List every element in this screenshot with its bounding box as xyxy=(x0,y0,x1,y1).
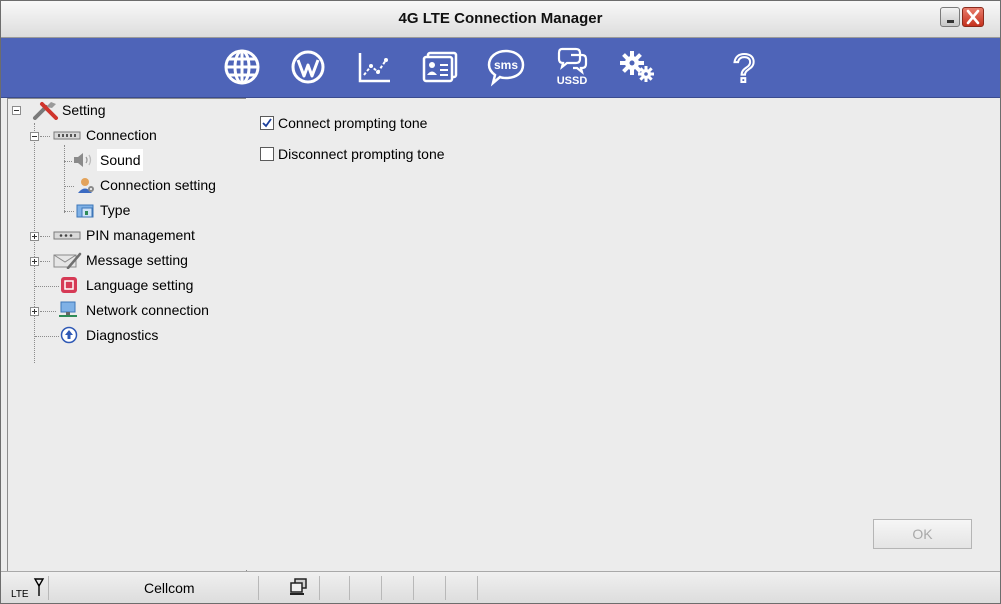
ussd-label: USSD xyxy=(557,75,588,87)
tree-node-label: Setting xyxy=(62,102,106,118)
tree-node-label: Language setting xyxy=(86,277,194,293)
tree-node-language-setting[interactable]: Language setting xyxy=(8,274,244,296)
checkmark-icon xyxy=(262,118,272,128)
network-computer-icon xyxy=(59,301,77,317)
user-settings-icon xyxy=(78,178,94,193)
settings-content-panel xyxy=(246,98,1000,570)
expand-icon[interactable] xyxy=(30,257,39,266)
status-bar: LTE Cellcom xyxy=(1,571,1000,603)
help-button[interactable]: ? xyxy=(721,45,767,89)
tree-node-label: PIN management xyxy=(86,227,195,243)
collapse-icon[interactable] xyxy=(30,132,39,141)
tree-node-label: Message setting xyxy=(86,252,188,268)
tree-node-label: Connection setting xyxy=(100,177,216,193)
disconnect-tone-checkbox[interactable] xyxy=(260,147,274,161)
tree-connector xyxy=(40,311,56,312)
tree-node-diagnostics[interactable]: Diagnostics xyxy=(8,324,244,346)
connection-port-icon xyxy=(53,131,81,140)
app-window: 4G LTE Connection Manager sms USSD ? Set… xyxy=(0,0,1001,604)
tree-node-sound[interactable]: Sound xyxy=(8,149,244,171)
tree-node-pin-management[interactable]: PIN management xyxy=(8,224,244,246)
contacts-button[interactable] xyxy=(417,45,463,89)
status-divider xyxy=(258,576,259,600)
tree-connector xyxy=(35,336,59,337)
contacts-card-icon xyxy=(422,51,458,83)
tree-node-network-connection[interactable]: Network connection xyxy=(8,299,244,321)
operator-name: Cellcom xyxy=(144,580,195,596)
help-icon: ? xyxy=(732,46,756,89)
status-divider xyxy=(381,576,382,600)
main-toolbar: sms USSD ? xyxy=(1,38,1000,98)
status-divider xyxy=(413,576,414,600)
wordpress-icon xyxy=(291,50,325,84)
message-tools-icon xyxy=(53,252,82,269)
window-title: 4G LTE Connection Manager xyxy=(398,10,603,27)
language-icon xyxy=(61,277,77,293)
tree-node-connection-setting[interactable]: Connection setting xyxy=(8,174,244,196)
connect-tone-label[interactable]: Connect prompting tone xyxy=(278,114,427,132)
disconnect-tone-label[interactable]: Disconnect prompting tone xyxy=(278,145,445,163)
pin-card-icon xyxy=(53,231,81,240)
status-divider xyxy=(349,576,350,600)
settings-gears-icon xyxy=(620,51,654,82)
sms-button[interactable]: sms xyxy=(483,45,529,89)
status-divider xyxy=(48,576,49,600)
diagnostics-icon xyxy=(60,326,78,344)
tree-node-type[interactable]: Type xyxy=(8,199,244,221)
close-icon xyxy=(966,9,980,25)
internet-button[interactable] xyxy=(219,45,265,89)
tree-connector xyxy=(40,136,50,137)
tree-node-setting[interactable]: Setting xyxy=(8,99,244,121)
expand-icon[interactable] xyxy=(30,307,39,316)
connection-status-icon xyxy=(290,578,307,595)
svg-text:LTE: LTE xyxy=(11,589,29,600)
speaker-icon xyxy=(74,153,92,167)
statistics-button[interactable] xyxy=(351,45,397,89)
ussd-button[interactable]: USSD xyxy=(549,45,595,89)
close-button[interactable] xyxy=(962,7,984,27)
tree-connector xyxy=(64,161,72,162)
tree-connector xyxy=(40,236,50,237)
tree-node-connection[interactable]: Connection xyxy=(8,124,244,146)
web-button[interactable] xyxy=(285,45,331,89)
status-divider xyxy=(477,576,478,600)
globe-icon xyxy=(224,49,260,85)
tree-node-label: Sound xyxy=(97,149,144,171)
tools-icon xyxy=(33,102,58,120)
settings-tree: Setting Connection Sound Connection sett… xyxy=(7,98,247,572)
connect-tone-checkbox[interactable] xyxy=(260,116,274,130)
sms-icon: sms xyxy=(487,49,525,87)
status-divider xyxy=(445,576,446,600)
statistics-chart-icon xyxy=(358,53,390,83)
tree-node-label: Type xyxy=(100,202,131,218)
ok-button[interactable]: OK xyxy=(873,519,972,549)
tree-connector xyxy=(64,186,74,187)
minimize-button[interactable] xyxy=(940,7,960,27)
sms-label: sms xyxy=(494,58,518,72)
tree-node-label: Diagnostics xyxy=(86,327,159,343)
tree-node-message-setting[interactable]: Message setting xyxy=(8,249,244,271)
network-type-icon xyxy=(76,204,94,218)
tree-connector xyxy=(40,261,50,262)
collapse-icon[interactable] xyxy=(12,106,21,115)
tree-node-label: Connection xyxy=(86,127,157,143)
ussd-icon: USSD xyxy=(557,47,588,87)
tree-connector xyxy=(35,286,59,287)
title-bar[interactable]: 4G LTE Connection Manager xyxy=(1,1,1000,38)
expand-icon[interactable] xyxy=(30,232,39,241)
settings-button[interactable] xyxy=(615,45,661,89)
tree-node-label: Network connection xyxy=(86,302,209,318)
tree-connector xyxy=(64,211,74,212)
lte-signal-icon: LTE xyxy=(11,578,45,600)
status-divider xyxy=(319,576,320,600)
svg-text:?: ? xyxy=(733,47,755,89)
